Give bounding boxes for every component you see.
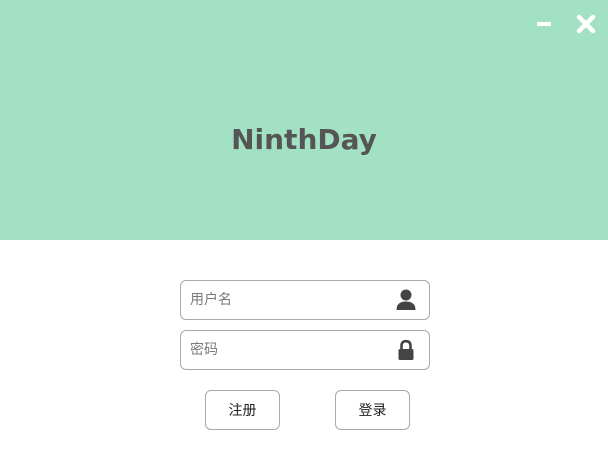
username-field[interactable] [180,280,430,320]
header-banner: NinthDay [0,0,608,240]
minimize-icon [536,16,552,32]
window-controls [532,12,598,36]
username-input[interactable] [190,281,390,319]
user-icon [395,289,417,311]
app-title: NinthDay [231,123,377,156]
close-icon [576,14,596,34]
minimize-button[interactable] [532,12,556,36]
login-button[interactable]: 登录 [335,390,410,430]
password-input[interactable] [190,331,390,369]
login-window: NinthDay 注册 登录 [0,0,608,472]
lock-icon [395,339,417,361]
close-button[interactable] [574,12,598,36]
password-field[interactable] [180,330,430,370]
login-form [180,280,430,380]
register-button[interactable]: 注册 [205,390,280,430]
